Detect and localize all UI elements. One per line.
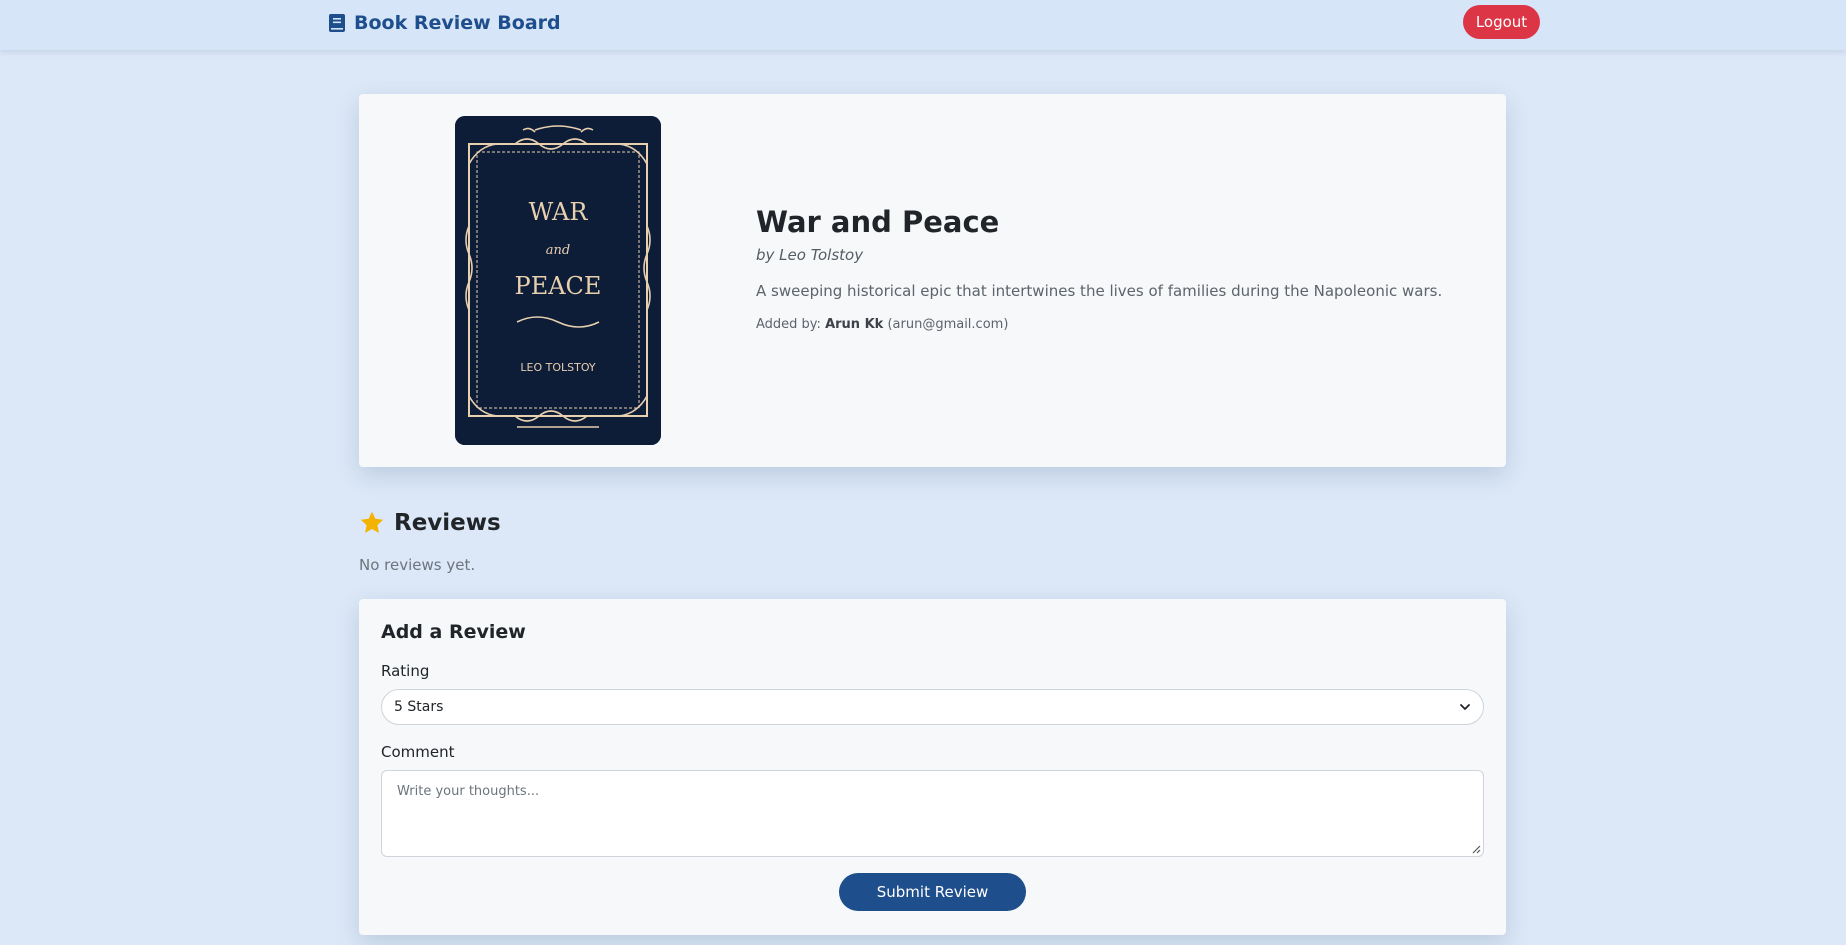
book-details-card: WAR and PEACE LEO TOLSTOY War and Peace … [359,94,1506,467]
cover-title-line3: PEACE [515,272,602,300]
book-icon [329,14,345,32]
logout-button[interactable]: Logout [1463,5,1540,39]
chevron-down-icon [1460,704,1470,710]
book-description: A sweeping historical epic that intertwi… [756,282,1443,300]
add-review-form: Add a Review Rating 5 Stars Comment Subm… [359,599,1506,935]
added-by-label: Added by: [756,317,821,332]
comment-textarea[interactable] [381,770,1484,857]
no-reviews-text: No reviews yet. [359,556,476,574]
star-icon [360,511,384,533]
added-by-name: Arun Kk [825,317,884,332]
book-cover-image: WAR and PEACE LEO TOLSTOY [455,116,661,445]
rating-select[interactable]: 5 Stars [381,689,1484,725]
brand-link[interactable]: Book Review Board [328,10,561,36]
navbar: Book Review Board Logout [0,0,1846,50]
rating-selected-value: 5 Stars [394,699,444,715]
brand-title: Book Review Board [354,12,561,34]
reviews-heading: Reviews [359,510,501,536]
cover-author: LEO TOLSTOY [520,361,595,374]
cover-title-line2: and [546,243,570,258]
cover-title-line1: WAR [529,198,589,226]
form-title: Add a Review [381,621,526,643]
rating-label: Rating [381,662,430,680]
resize-grip-icon[interactable] [1471,844,1481,854]
reviews-title: Reviews [394,510,501,536]
book-info: War and Peace by Leo Tolstoy A sweeping … [756,204,1456,332]
added-by-email: (arun@gmail.com) [887,317,1009,332]
submit-review-button[interactable]: Submit Review [839,873,1026,911]
book-title: War and Peace [756,205,1000,239]
book-author: by Leo Tolstoy [756,246,864,264]
comment-label: Comment [381,743,455,761]
added-by: Added by: Arun Kk (arun@gmail.com) [756,317,1456,332]
